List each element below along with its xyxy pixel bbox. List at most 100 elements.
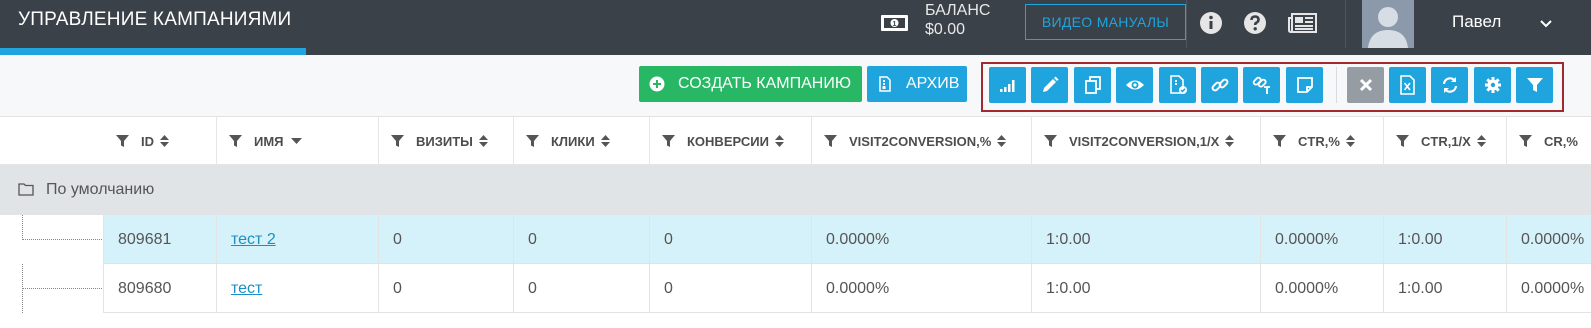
filter-icon[interactable]	[824, 134, 837, 148]
column-label: CR,%	[1544, 133, 1578, 149]
tree-connector	[0, 215, 104, 264]
tree-connector	[0, 264, 104, 313]
cell-id: 809680	[118, 279, 172, 297]
export-excel-button[interactable]	[1389, 67, 1426, 103]
cell-clicks: 0	[513, 264, 537, 313]
money-icon: 1	[881, 15, 908, 31]
view-button[interactable]	[1116, 67, 1153, 103]
excel-icon	[1399, 75, 1415, 95]
cell-cr-pct: 0.0000%	[1506, 264, 1591, 313]
cell-visits: 0	[378, 215, 402, 264]
cell-visit2conversion-pct: 0.0000%	[811, 264, 889, 313]
info-icon[interactable]	[1199, 11, 1223, 35]
filter-icon[interactable]	[526, 134, 539, 148]
help-icon[interactable]	[1243, 11, 1267, 35]
column-header-visit2conversion-pct[interactable]: VISIT2CONVERSION,%	[811, 117, 1031, 165]
create-campaign-button[interactable]: СОЗДАТЬ КАМПАНИЮ	[639, 66, 862, 102]
sort-icon[interactable]	[600, 134, 610, 148]
sort-desc-icon[interactable]	[290, 138, 302, 144]
cell-cr-pct: 0.0000%	[1506, 215, 1591, 264]
close-icon	[1359, 78, 1372, 92]
sort-icon[interactable]	[997, 134, 1007, 148]
pencil-icon	[1042, 76, 1058, 92]
sort-icon[interactable]	[774, 134, 784, 148]
table-header: ID ИМЯ ВИЗИТЫ КЛИКИ КОНВЕРСИИ VISIT2CONV…	[0, 117, 1591, 165]
header-divider	[1186, 0, 1187, 48]
sort-icon[interactable]	[160, 134, 169, 148]
link-icon	[1211, 78, 1228, 92]
filter-icon[interactable]	[229, 134, 242, 148]
filter-icon[interactable]	[1273, 134, 1286, 148]
toolbar-divider	[1336, 67, 1337, 103]
column-header-ctr-pct[interactable]: CTR,%	[1260, 117, 1383, 165]
column-header-clicks[interactable]: КЛИКИ	[513, 117, 649, 165]
filter-icon[interactable]	[1519, 134, 1532, 148]
column-label: VISIT2CONVERSION,1/X	[1069, 133, 1220, 149]
note-icon	[1296, 77, 1313, 93]
link-button[interactable]	[1201, 67, 1238, 103]
campaign-name-link[interactable]: тест	[231, 280, 262, 298]
group-row[interactable]: По умолчанию	[0, 165, 1591, 215]
campaign-name-link[interactable]: тест 2	[231, 231, 276, 249]
sort-icon[interactable]	[1225, 134, 1235, 148]
column-header-conversions[interactable]: КОНВЕРСИИ	[649, 117, 811, 165]
news-icon[interactable]	[1288, 11, 1318, 35]
cell-ctr-pct: 0.0000%	[1260, 215, 1338, 264]
filter-button[interactable]	[1516, 67, 1553, 103]
cell-visit2conversion-pct: 0.0000%	[811, 215, 889, 264]
header-divider	[1345, 0, 1346, 48]
approve-document-button[interactable]	[1159, 67, 1196, 103]
cell-clicks: 0	[513, 215, 537, 264]
stats-button[interactable]	[989, 67, 1026, 103]
copy-button[interactable]	[1074, 67, 1111, 103]
filter-icon[interactable]	[1396, 134, 1409, 148]
column-header-cr-pct[interactable]: CR,%	[1506, 117, 1591, 165]
top-header: УПРАВЛЕНИЕ КАМПАНИЯМИ 1 БАЛАНС $0.00 ВИД…	[0, 0, 1591, 55]
edit-button[interactable]	[1031, 67, 1068, 103]
cell-conversions: 0	[649, 264, 673, 313]
column-header-name[interactable]: ИМЯ	[216, 117, 378, 165]
create-campaign-label: СОЗДАТЬ КАМПАНИЮ	[678, 75, 851, 92]
filter-icon[interactable]	[391, 134, 404, 148]
column-header-visit2conversion-ratio[interactable]: VISIT2CONVERSION,1/X	[1031, 117, 1260, 165]
chevron-down-icon[interactable]	[1539, 16, 1553, 30]
sort-icon[interactable]	[478, 134, 488, 148]
avatar[interactable]	[1362, 0, 1414, 48]
sort-icon[interactable]	[1345, 134, 1355, 148]
page-title: УПРАВЛЕНИЕ КАМПАНИЯМИ	[18, 9, 292, 30]
column-header-id[interactable]: ID	[104, 117, 216, 165]
table-row[interactable]: 809680 тест 0 0 0 0.0000% 1:0.00 0.0000%…	[0, 264, 1591, 313]
column-label: ИМЯ	[254, 133, 284, 149]
table-row[interactable]: 809681 тест 2 0 0 0 0.0000% 1:0.00 0.000…	[0, 215, 1591, 264]
column-label: КЛИКИ	[551, 133, 595, 149]
video-manuals-button[interactable]: ВИДЕО МАНУАЛЫ	[1025, 4, 1186, 40]
document-check-icon	[1169, 75, 1187, 94]
cell-visit2conversion-ratio: 1:0.00	[1031, 215, 1090, 264]
column-label: CTR,1/X	[1421, 133, 1471, 149]
cell-ctr-ratio: 1:0.00	[1383, 264, 1442, 313]
cell-id: 809681	[118, 230, 172, 248]
cell-visit2conversion-ratio: 1:0.00	[1031, 264, 1090, 313]
signal-bars-icon	[999, 80, 1014, 92]
column-header-visits[interactable]: ВИЗИТЫ	[378, 117, 513, 165]
cell-ctr-pct: 0.0000%	[1260, 264, 1338, 313]
svg-text:1: 1	[893, 21, 897, 28]
refresh-icon	[1442, 77, 1457, 93]
note-button[interactable]	[1286, 67, 1323, 103]
archive-file-icon	[879, 76, 891, 92]
archive-button[interactable]: АРХИВ	[867, 66, 967, 102]
filter-icon[interactable]	[116, 134, 129, 148]
user-name[interactable]: Павел	[1452, 12, 1501, 32]
column-label: CTR,%	[1298, 133, 1340, 149]
cell-name: тест	[216, 264, 262, 313]
filter-icon[interactable]	[662, 134, 675, 148]
column-header-ctr-ratio[interactable]: CTR,1/X	[1383, 117, 1506, 165]
sort-icon[interactable]	[1476, 134, 1486, 148]
link-text-button[interactable]	[1243, 67, 1280, 103]
active-section-indicator	[0, 48, 306, 55]
delete-button[interactable]	[1347, 67, 1384, 103]
refresh-button[interactable]	[1431, 67, 1468, 103]
filter-icon[interactable]	[1044, 134, 1057, 148]
settings-button[interactable]	[1474, 67, 1511, 103]
cell-visits: 0	[378, 264, 402, 313]
